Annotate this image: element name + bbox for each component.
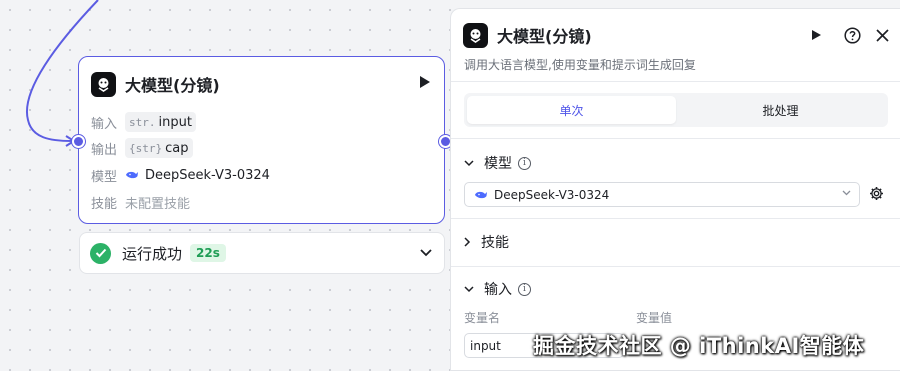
variable-value-column: 变量值 (636, 311, 673, 325)
chevron-down-icon[interactable] (420, 249, 432, 257)
variable-name-column: 变量名 (464, 311, 501, 325)
info-icon[interactable]: i (518, 156, 531, 170)
skill-label: 技能 (91, 196, 118, 212)
input-label: 输入 (91, 116, 118, 132)
input-section-label: 输入 (484, 282, 512, 298)
node-config-panel: 大模型(分镜) 调用大语言模型,使用变量和提示词生成回复 单次 批处理 模型 i… (450, 8, 900, 371)
input-variable-name: input (158, 114, 192, 130)
node-model-row: 模型 DeepSeek-V3-0324 (91, 164, 270, 186)
run-duration-badge: 22s (190, 244, 226, 262)
skill-section-label: 技能 (481, 235, 509, 251)
skill-value: 未配置技能 (125, 196, 191, 212)
divider (451, 138, 900, 139)
run-status-bar[interactable]: 运行成功 22s (79, 232, 445, 274)
output-variable-chip: {str} cap (125, 138, 193, 158)
run-status-text: 运行成功 (122, 244, 183, 263)
model-name: DeepSeek-V3-0324 (145, 167, 270, 183)
input-variable-chip: str. input (125, 112, 196, 132)
tab-single[interactable]: 单次 (467, 96, 676, 124)
chevron-right-icon (464, 237, 471, 247)
run-button[interactable] (804, 23, 828, 47)
divider (451, 218, 900, 219)
close-button[interactable] (870, 23, 894, 47)
llm-node[interactable]: 大模型(分镜) 输入 str. input 输出 {str} cap 模型 De… (78, 56, 445, 224)
str-type-icon: str. (129, 115, 156, 129)
gear-icon[interactable] (869, 186, 884, 201)
str-type-icon: {str} (129, 141, 163, 155)
help-button[interactable] (840, 23, 864, 47)
chevron-down-icon (842, 190, 851, 196)
llm-app-icon (463, 22, 488, 48)
panel-header: 大模型(分镜) (463, 22, 889, 48)
model-section-label: 模型 (484, 156, 512, 172)
panel-description: 调用大语言模型,使用变量和提示词生成回复 (464, 58, 696, 72)
help-icon (843, 26, 861, 44)
node-header: 大模型(分镜) (91, 71, 432, 97)
deepseek-logo-icon (475, 191, 487, 198)
watermark: 掘金技术社区 @ iThinkAI智能体 (533, 334, 865, 358)
node-skill-row: 技能 未配置技能 (91, 191, 190, 213)
node-title: 大模型(分镜) (125, 76, 220, 95)
node-input-row: 输入 str. input (91, 111, 196, 133)
output-variable-name: cap (165, 140, 189, 156)
divider (451, 266, 900, 267)
panel-title: 大模型(分镜) (497, 27, 592, 46)
model-label: 模型 (91, 169, 118, 185)
chevron-down-icon (464, 285, 474, 292)
divider (451, 81, 900, 82)
info-icon[interactable]: i (518, 282, 531, 296)
chevron-down-icon (464, 159, 474, 166)
node-output-row: 输出 {str} cap (91, 137, 193, 159)
input-port[interactable] (72, 135, 85, 148)
tab-batch[interactable]: 批处理 (676, 96, 885, 124)
play-icon (812, 30, 821, 40)
run-mode-tabs: 单次 批处理 (464, 93, 888, 127)
deepseek-logo-icon (126, 171, 138, 179)
model-select[interactable]: DeepSeek-V3-0324 (464, 182, 860, 207)
model-section-header[interactable]: 模型 i (464, 152, 531, 174)
output-label: 输出 (91, 142, 118, 158)
success-check-icon (90, 242, 111, 264)
skill-section-header[interactable]: 技能 (464, 231, 509, 253)
close-icon (875, 28, 889, 42)
run-node-icon[interactable] (420, 76, 430, 88)
llm-app-icon (91, 71, 116, 97)
input-section-header[interactable]: 输入 i (464, 278, 531, 300)
model-select-value: DeepSeek-V3-0324 (494, 187, 610, 202)
